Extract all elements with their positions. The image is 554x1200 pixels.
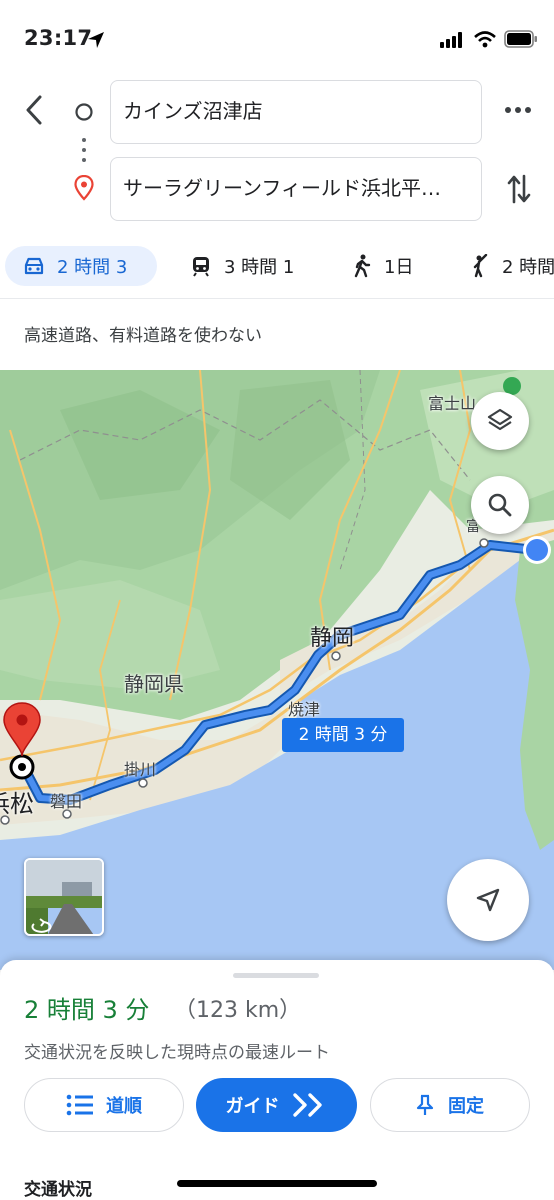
layers-icon: [487, 408, 513, 431]
rideshare-icon: [473, 254, 488, 278]
more-options-icon[interactable]: [504, 104, 532, 116]
sheet-drag-handle[interactable]: [233, 973, 319, 978]
destination-field[interactable]: サーラグリーンフィールド浜北平…: [110, 157, 482, 221]
map-label-hamamatsu: 浜松: [0, 790, 34, 818]
route-description: 交通状況を反映した現時点の最速ルート: [24, 1043, 330, 1063]
status-time: 23:17: [24, 26, 93, 50]
status-bar: 23:17: [0, 0, 554, 80]
pin-icon: [416, 1094, 434, 1115]
search-along-route-button[interactable]: [471, 476, 529, 534]
origin-field[interactable]: カインズ沼津店: [110, 80, 482, 144]
layers-button[interactable]: [471, 392, 529, 450]
train-icon: [193, 257, 209, 277]
guide-button-label: ガイド: [225, 1096, 280, 1117]
home-indicator[interactable]: [177, 1180, 377, 1187]
map-label-fuji: 富士山: [428, 394, 477, 413]
destination-pin-icon: [74, 175, 94, 201]
route-duration: 2 時間 3 分: [24, 996, 150, 1024]
mode-label: 2 時間: [502, 257, 554, 278]
location-arrow-icon: [88, 32, 104, 48]
signal-icon: [440, 32, 462, 48]
route-dots-icon: [82, 138, 86, 162]
tabs-divider: [0, 298, 554, 299]
steps-button[interactable]: 道順: [24, 1078, 184, 1132]
mode-tab-driving[interactable]: 2 時間 3: [5, 246, 157, 286]
my-location-button[interactable]: [447, 859, 529, 941]
back-icon[interactable]: [22, 94, 46, 126]
search-icon: [488, 493, 512, 517]
pin-button-label: 固定: [448, 1096, 484, 1117]
map-label-yaizu: 焼津: [288, 700, 321, 719]
map-view[interactable]: 富士山 富 静岡 静岡県 焼津 掛川 磐田 浜松 2 時間 3 分: [0, 370, 554, 970]
walk-icon: [354, 254, 371, 278]
mode-tab-rideshare[interactable]: 2 時間: [470, 246, 554, 286]
double-chevron-icon: [292, 1093, 322, 1117]
swap-icon[interactable]: [506, 172, 532, 206]
mode-label: 2 時間 3: [57, 257, 128, 278]
street-view-thumbnail[interactable]: [24, 858, 104, 936]
list-icon: [66, 1094, 93, 1116]
map-label-kakegawa: 掛川: [124, 760, 157, 779]
wifi-icon: [474, 31, 496, 48]
car-icon: [24, 257, 44, 275]
origin-circle-icon: [75, 103, 93, 121]
mode-label: 3 時間 1: [224, 257, 295, 278]
navigation-arrow-icon: [476, 888, 500, 912]
route-summary-sheet: 2 時間 3 分 （123 km） 交通状況を反映した現時点の最速ルート 道順 …: [0, 960, 554, 1200]
route-options-text[interactable]: 高速道路、有料道路を使わない: [24, 321, 262, 346]
map-label-iwata: 磐田: [50, 792, 83, 811]
map-label-shizuoka-pref: 静岡県: [124, 672, 184, 696]
mode-tab-transit[interactable]: 3 時間 1: [190, 246, 294, 286]
mode-tab-walking[interactable]: 1日: [352, 246, 413, 286]
street-view-preview: [26, 860, 102, 934]
battery-icon: [504, 30, 537, 48]
map-label-shizuoka-city: 静岡: [310, 626, 355, 651]
route-distance: （123 km）: [174, 998, 302, 1023]
traffic-section-title: 交通状況: [24, 1180, 92, 1200]
guide-button[interactable]: ガイド: [196, 1078, 357, 1132]
steps-button-label: 道順: [106, 1096, 142, 1117]
route-time-badge[interactable]: 2 時間 3 分: [282, 718, 404, 752]
pin-button[interactable]: 固定: [370, 1078, 530, 1132]
mode-label: 1日: [384, 257, 414, 278]
